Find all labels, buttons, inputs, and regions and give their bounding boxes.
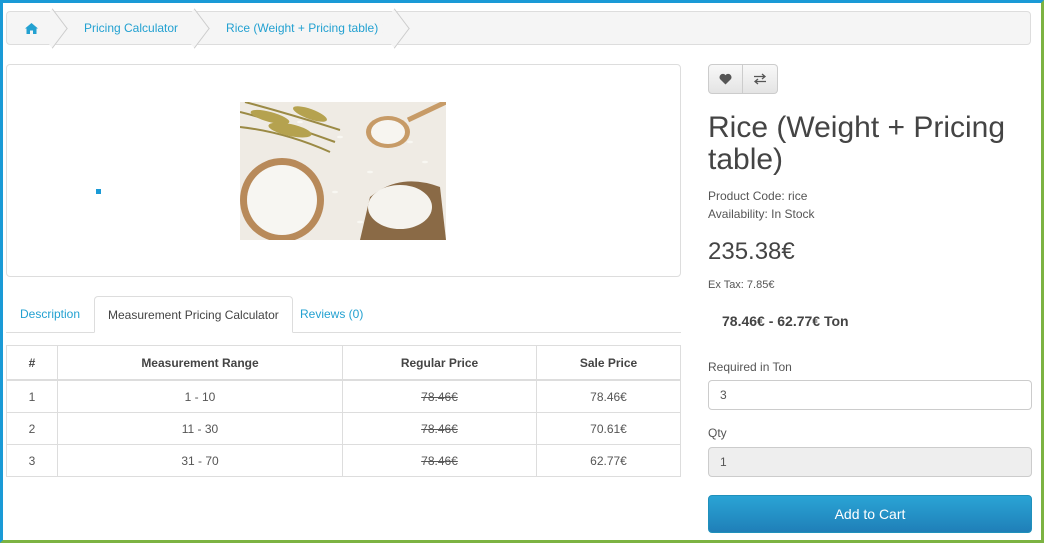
breadcrumb-pricing-calculator[interactable]: Pricing Calculator bbox=[56, 12, 198, 44]
column-header: Regular Price bbox=[342, 345, 537, 381]
product-price: 235.38€ bbox=[708, 238, 795, 265]
product-tabs: Description Measurement Pricing Calculat… bbox=[6, 296, 681, 333]
compare-arrows-icon bbox=[753, 73, 767, 85]
breadcrumb-rice-product[interactable]: Rice (Weight + Pricing table) bbox=[198, 12, 398, 44]
product-title: Rice (Weight + Pricing table) bbox=[708, 111, 1006, 176]
breadcrumb-label: Rice (Weight + Pricing table) bbox=[226, 21, 379, 35]
product-code: Product Code: rice bbox=[708, 189, 808, 203]
tab-description[interactable]: Description bbox=[20, 296, 80, 332]
product-image[interactable] bbox=[240, 102, 446, 240]
thumbnail-marker[interactable] bbox=[96, 189, 101, 194]
breadcrumb: Pricing Calculator Rice (Weight + Pricin… bbox=[6, 11, 1031, 45]
qty-input[interactable] bbox=[708, 447, 1032, 477]
price-range: 78.46€ - 62.77€ Ton bbox=[722, 313, 849, 329]
tab-measurement-pricing-calculator[interactable]: Measurement Pricing Calculator bbox=[94, 296, 293, 333]
add-to-wishlist-button[interactable] bbox=[708, 64, 743, 94]
pricing-table: # Measurement Range Regular Price Sale P… bbox=[6, 345, 681, 477]
table-row: 1 1 - 10 78.46€ 78.46€ bbox=[6, 379, 681, 413]
sale-price-cell: 70.61€ bbox=[536, 412, 681, 445]
product-image-panel bbox=[6, 64, 681, 277]
table-row: 2 11 - 30 78.46€ 70.61€ bbox=[6, 412, 681, 445]
compare-button[interactable] bbox=[743, 64, 778, 94]
table-header-row: # Measurement Range Regular Price Sale P… bbox=[6, 345, 681, 381]
required-label: Required in Ton bbox=[708, 360, 792, 374]
table-cell: 3 bbox=[6, 444, 58, 477]
sale-price-cell: 62.77€ bbox=[536, 444, 681, 477]
sale-price-cell: 78.46€ bbox=[536, 379, 681, 413]
column-header: Measurement Range bbox=[57, 345, 343, 381]
column-header: # bbox=[6, 345, 58, 381]
heart-icon bbox=[719, 73, 732, 85]
table-cell: 11 - 30 bbox=[57, 412, 343, 445]
regular-price-cell: 78.46€ bbox=[342, 412, 537, 445]
qty-label: Qty bbox=[708, 426, 727, 440]
table-cell: 31 - 70 bbox=[57, 444, 343, 477]
table-cell: 1 - 10 bbox=[57, 379, 343, 413]
add-to-cart-button[interactable]: Add to Cart bbox=[708, 495, 1032, 533]
column-header: Sale Price bbox=[536, 345, 681, 381]
home-icon bbox=[25, 22, 38, 34]
breadcrumb-home[interactable] bbox=[7, 12, 56, 44]
table-cell: 2 bbox=[6, 412, 58, 445]
ex-tax-price: Ex Tax: 7.85€ bbox=[708, 279, 775, 291]
table-row: 3 31 - 70 78.46€ 62.77€ bbox=[6, 444, 681, 477]
regular-price-cell: 78.46€ bbox=[342, 379, 537, 413]
breadcrumb-label: Pricing Calculator bbox=[84, 21, 179, 35]
required-in-ton-input[interactable] bbox=[708, 380, 1032, 410]
tab-reviews[interactable]: Reviews (0) bbox=[300, 296, 363, 332]
regular-price-cell: 78.46€ bbox=[342, 444, 537, 477]
availability: Availability: In Stock bbox=[708, 207, 815, 221]
table-cell: 1 bbox=[6, 379, 58, 413]
product-action-buttons bbox=[708, 64, 778, 94]
